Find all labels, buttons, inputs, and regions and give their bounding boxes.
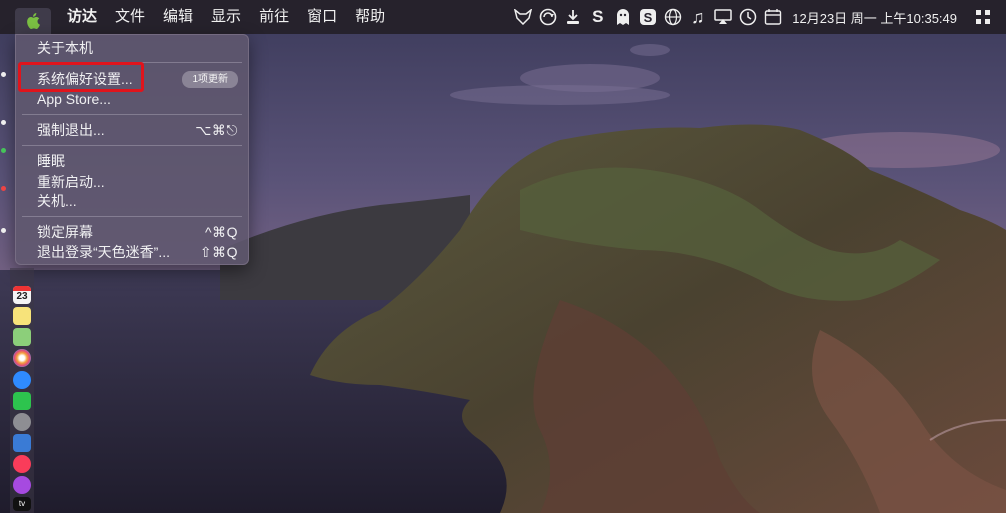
system-preferences-icon[interactable] bbox=[13, 413, 31, 431]
time-machine-icon[interactable] bbox=[738, 8, 757, 27]
s-icon[interactable]: S bbox=[588, 7, 607, 27]
notes-icon[interactable] bbox=[13, 307, 31, 325]
menu-bar: 访达 文件 编辑 显示 前往 窗口 帮助 S S ♫ 12月23日 周一 上午1… bbox=[0, 0, 1006, 34]
music-icon[interactable]: ♫ bbox=[688, 7, 707, 27]
dock-indicator bbox=[1, 72, 6, 77]
menu-item-label: 锁定屏幕 bbox=[37, 224, 93, 240]
svg-text:S: S bbox=[643, 10, 652, 25]
menu-item-app-store[interactable]: App Store... bbox=[37, 89, 238, 109]
globe-icon[interactable] bbox=[663, 8, 682, 27]
dock-indicator bbox=[1, 186, 6, 191]
photos-icon[interactable] bbox=[13, 349, 31, 367]
calendar-icon[interactable]: 23 bbox=[13, 286, 31, 304]
dock: 23 tv bbox=[10, 268, 34, 513]
keynote-icon[interactable] bbox=[13, 434, 31, 452]
s-box-icon[interactable]: S bbox=[638, 8, 657, 27]
music-icon[interactable] bbox=[13, 455, 31, 473]
highlight-annotation bbox=[18, 62, 144, 92]
grid-icon[interactable] bbox=[973, 8, 992, 27]
apple-menu-button[interactable] bbox=[15, 8, 51, 34]
menu-go[interactable]: 前往 bbox=[250, 0, 298, 34]
shortcut-label: ⇧⌘Q bbox=[199, 243, 238, 260]
menu-file[interactable]: 文件 bbox=[106, 0, 154, 34]
dock-indicator bbox=[1, 228, 6, 233]
menu-item-label: 关于本机 bbox=[37, 40, 93, 56]
dock-indicator bbox=[1, 148, 6, 153]
messages-icon[interactable] bbox=[13, 371, 31, 389]
menu-item-force-quit[interactable]: 强制退出... ⌥⌘⎋ bbox=[37, 120, 238, 140]
menu-item-restart[interactable]: 重新启动... bbox=[37, 172, 238, 192]
menu-view[interactable]: 显示 bbox=[202, 0, 250, 34]
dock-indicator bbox=[1, 120, 6, 125]
download-icon[interactable] bbox=[563, 8, 582, 27]
tv-icon[interactable]: tv bbox=[13, 497, 31, 511]
apple-logo-icon bbox=[27, 13, 40, 29]
menu-item-log-out[interactable]: 退出登录“天色迷香”... ⇧⌘Q bbox=[37, 242, 238, 262]
sync-icon[interactable] bbox=[538, 8, 557, 27]
menu-separator bbox=[22, 114, 242, 115]
menu-edit[interactable]: 编辑 bbox=[154, 0, 202, 34]
calendar-day: 23 bbox=[16, 291, 28, 302]
menu-item-lock-screen[interactable]: 锁定屏幕 ^⌘Q bbox=[37, 222, 238, 242]
menu-window[interactable]: 窗口 bbox=[298, 0, 346, 34]
calendar-icon[interactable] bbox=[763, 8, 782, 27]
shortcut-label: ⌥⌘⎋ bbox=[195, 121, 238, 138]
menu-separator bbox=[22, 145, 242, 146]
menu-item-label: 关机... bbox=[37, 193, 77, 209]
menu-item-about-this-mac[interactable]: 关于本机 bbox=[37, 38, 238, 58]
menu-finder[interactable]: 访达 bbox=[58, 0, 106, 34]
tv-label: tv bbox=[18, 499, 26, 508]
menu-help[interactable]: 帮助 bbox=[346, 0, 394, 34]
menu-item-label: App Store... bbox=[37, 91, 111, 107]
ghost-icon[interactable] bbox=[613, 8, 632, 27]
airplay-icon[interactable] bbox=[713, 8, 732, 27]
menu-item-label: 退出登录“天色迷香”... bbox=[37, 244, 170, 260]
shortcut-label: ^⌘Q bbox=[205, 223, 238, 240]
facetime-icon[interactable] bbox=[13, 392, 31, 410]
podcasts-icon[interactable] bbox=[13, 476, 31, 494]
maps-icon[interactable] bbox=[13, 328, 31, 346]
menu-item-shutdown[interactable]: 关机... bbox=[37, 191, 238, 211]
fox-icon[interactable] bbox=[513, 8, 532, 27]
menu-item-label: 睡眠 bbox=[37, 153, 65, 169]
menu-separator bbox=[22, 216, 242, 217]
menubar-clock[interactable]: 12月23日 周一 上午10:35:49 bbox=[792, 8, 957, 27]
update-badge: 1项更新 bbox=[182, 70, 238, 88]
menu-item-label: 重新启动... bbox=[37, 174, 105, 190]
menu-item-sleep[interactable]: 睡眠 bbox=[37, 151, 238, 171]
menu-item-label: 强制退出... bbox=[37, 122, 105, 138]
